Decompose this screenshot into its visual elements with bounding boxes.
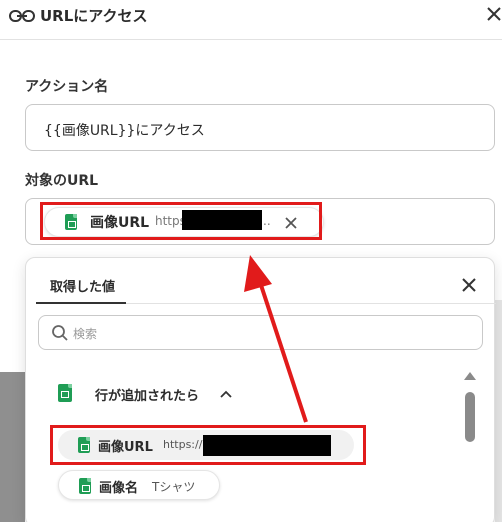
background-overlay [0, 372, 25, 522]
trigger-group-header[interactable]: 行が追加されたら [46, 378, 246, 408]
tab-underline [36, 302, 126, 304]
tab-retrieved-values[interactable]: 取得した値 [50, 276, 115, 295]
action-name-value: {{画像URL}}にアクセス [44, 123, 205, 139]
highlight-box-top [40, 202, 322, 240]
close-icon[interactable] [484, 4, 502, 22]
dialog-title: URLにアクセス [40, 7, 148, 25]
tab-divider [126, 303, 496, 304]
google-sheets-icon [79, 478, 91, 494]
search-placeholder: 検索 [73, 327, 98, 341]
action-name-label: アクション名 [25, 79, 109, 95]
background-overlay-right [495, 300, 502, 522]
target-url-label: 対象のURL [25, 173, 99, 189]
scrollbar[interactable] [463, 370, 477, 522]
item-value: Tシャツ [152, 480, 196, 494]
chevron-up-icon[interactable] [220, 390, 232, 398]
scroll-up-arrow-icon[interactable] [464, 372, 476, 380]
search-icon [52, 325, 68, 341]
search-input[interactable]: 検索 [38, 315, 483, 350]
item-name: 画像名 [99, 481, 139, 496]
value-picker-panel: 取得した値 検索 行が追加されたら 画像URL https:// 画像名 Tシャ… [25, 257, 496, 522]
action-name-input[interactable]: {{画像URL}}にアクセス [25, 104, 495, 151]
scrollbar-thumb[interactable] [465, 392, 475, 442]
group-label: 行が追加されたら [95, 389, 200, 404]
close-icon[interactable] [460, 276, 478, 294]
google-sheets-icon [58, 384, 72, 402]
list-item-image-name[interactable]: 画像名 Tシャツ [58, 470, 220, 500]
dialog-header: URLにアクセス [0, 0, 502, 40]
link-icon [9, 10, 35, 22]
highlight-box-bottom [50, 425, 366, 465]
